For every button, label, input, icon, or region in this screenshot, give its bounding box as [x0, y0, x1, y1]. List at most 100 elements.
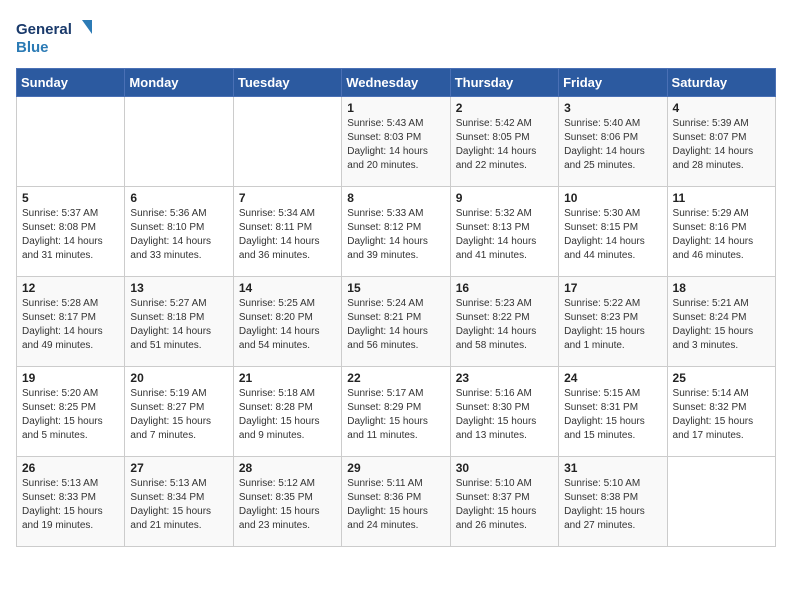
day-info: Sunrise: 5:16 AM Sunset: 8:30 PM Dayligh… [456, 387, 553, 443]
day-number: 30 [456, 461, 553, 475]
day-info: Sunrise: 5:28 AM Sunset: 8:17 PM Dayligh… [22, 297, 119, 353]
day-number: 4 [673, 101, 770, 115]
day-info: Sunrise: 5:10 AM Sunset: 8:37 PM Dayligh… [456, 477, 553, 533]
day-number: 9 [456, 191, 553, 205]
day-number: 26 [22, 461, 119, 475]
day-cell: 1 Sunrise: 5:43 AM Sunset: 8:03 PM Daylig… [342, 97, 450, 187]
day-number: 5 [22, 191, 119, 205]
day-cell: 22 Sunrise: 5:17 AM Sunset: 8:29 PM Dayli… [342, 367, 450, 457]
day-info: Sunrise: 5:22 AM Sunset: 8:23 PM Dayligh… [564, 297, 661, 353]
day-cell: 6 Sunrise: 5:36 AM Sunset: 8:10 PM Daylig… [125, 187, 233, 277]
day-info: Sunrise: 5:13 AM Sunset: 8:34 PM Dayligh… [130, 477, 227, 533]
day-cell: 28 Sunrise: 5:12 AM Sunset: 8:35 PM Dayli… [233, 457, 341, 547]
day-cell: 11 Sunrise: 5:29 AM Sunset: 8:16 PM Dayli… [667, 187, 775, 277]
day-cell: 4 Sunrise: 5:39 AM Sunset: 8:07 PM Daylig… [667, 97, 775, 187]
day-number: 8 [347, 191, 444, 205]
day-number: 10 [564, 191, 661, 205]
day-cell: 12 Sunrise: 5:28 AM Sunset: 8:17 PM Dayli… [17, 277, 125, 367]
day-info: Sunrise: 5:14 AM Sunset: 8:32 PM Dayligh… [673, 387, 770, 443]
day-number: 16 [456, 281, 553, 295]
week-row-2: 5 Sunrise: 5:37 AM Sunset: 8:08 PM Daylig… [17, 187, 776, 277]
day-info: Sunrise: 5:17 AM Sunset: 8:29 PM Dayligh… [347, 387, 444, 443]
header-monday: Monday [125, 69, 233, 97]
day-cell [17, 97, 125, 187]
day-cell: 16Sunrise: 5:23 AM Sunset: 8:22 PM Dayli… [450, 277, 558, 367]
day-number: 24 [564, 371, 661, 385]
header-wednesday: Wednesday [342, 69, 450, 97]
day-number: 29 [347, 461, 444, 475]
day-cell: 17 Sunrise: 5:22 AM Sunset: 8:23 PM Dayli… [559, 277, 667, 367]
day-info: Sunrise: 5:34 AM Sunset: 8:11 PM Dayligh… [239, 207, 336, 263]
day-cell: 25 Sunrise: 5:14 AM Sunset: 8:32 PM Dayli… [667, 367, 775, 457]
day-number: 27 [130, 461, 227, 475]
day-number: 13 [130, 281, 227, 295]
day-cell: 2Sunrise: 5:42 AM Sunset: 8:05 PM Daylig… [450, 97, 558, 187]
day-info: Sunrise: 5:25 AM Sunset: 8:20 PM Dayligh… [239, 297, 336, 353]
day-cell: 18Sunrise: 5:21 AM Sunset: 8:24 PM Dayli… [667, 277, 775, 367]
day-cell: 3 Sunrise: 5:40 AM Sunset: 8:06 PM Daylig… [559, 97, 667, 187]
logo-svg: General Blue [16, 16, 96, 60]
day-info: Sunrise: 5:36 AM Sunset: 8:10 PM Dayligh… [130, 207, 227, 263]
header-sunday: Sunday [17, 69, 125, 97]
day-cell: 9 Sunrise: 5:32 AM Sunset: 8:13 PM Daylig… [450, 187, 558, 277]
day-info: Sunrise: 5:15 AM Sunset: 8:31 PM Dayligh… [564, 387, 661, 443]
day-cell: 29 Sunrise: 5:11 AM Sunset: 8:36 PM Dayli… [342, 457, 450, 547]
day-info: Sunrise: 5:12 AM Sunset: 8:35 PM Dayligh… [239, 477, 336, 533]
day-cell: 23Sunrise: 5:16 AM Sunset: 8:30 PM Dayli… [450, 367, 558, 457]
day-info: Sunrise: 5:27 AM Sunset: 8:18 PM Dayligh… [130, 297, 227, 353]
calendar-header-row: SundayMondayTuesdayWednesdayThursdayFrid… [17, 69, 776, 97]
week-row-4: 19 Sunrise: 5:20 AM Sunset: 8:25 PM Dayli… [17, 367, 776, 457]
day-cell [125, 97, 233, 187]
day-cell [667, 457, 775, 547]
svg-text:Blue: Blue [16, 39, 49, 56]
day-info: Sunrise: 5:43 AM Sunset: 8:03 PM Dayligh… [347, 117, 444, 173]
day-info: Sunrise: 5:18 AM Sunset: 8:28 PM Dayligh… [239, 387, 336, 443]
header-friday: Friday [559, 69, 667, 97]
day-cell: 15 Sunrise: 5:24 AM Sunset: 8:21 PM Dayli… [342, 277, 450, 367]
week-row-5: 26 Sunrise: 5:13 AM Sunset: 8:33 PM Dayli… [17, 457, 776, 547]
day-number: 1 [347, 101, 444, 115]
day-number: 19 [22, 371, 119, 385]
day-number: 3 [564, 101, 661, 115]
day-info: Sunrise: 5:37 AM Sunset: 8:08 PM Dayligh… [22, 207, 119, 263]
day-info: Sunrise: 5:32 AM Sunset: 8:13 PM Dayligh… [456, 207, 553, 263]
day-number: 20 [130, 371, 227, 385]
day-cell: 7 Sunrise: 5:34 AM Sunset: 8:11 PM Daylig… [233, 187, 341, 277]
day-cell: 5 Sunrise: 5:37 AM Sunset: 8:08 PM Daylig… [17, 187, 125, 277]
day-info: Sunrise: 5:40 AM Sunset: 8:06 PM Dayligh… [564, 117, 661, 173]
day-cell: 8Sunrise: 5:33 AM Sunset: 8:12 PM Daylig… [342, 187, 450, 277]
day-cell: 10 Sunrise: 5:30 AM Sunset: 8:15 PM Dayli… [559, 187, 667, 277]
day-cell: 30 Sunrise: 5:10 AM Sunset: 8:37 PM Dayli… [450, 457, 558, 547]
day-number: 22 [347, 371, 444, 385]
day-number: 12 [22, 281, 119, 295]
day-cell [233, 97, 341, 187]
svg-text:General: General [16, 21, 72, 38]
day-number: 15 [347, 281, 444, 295]
day-info: Sunrise: 5:11 AM Sunset: 8:36 PM Dayligh… [347, 477, 444, 533]
day-cell: 31Sunrise: 5:10 AM Sunset: 8:38 PM Dayli… [559, 457, 667, 547]
page-header: General Blue [16, 16, 776, 60]
day-info: Sunrise: 5:24 AM Sunset: 8:21 PM Dayligh… [347, 297, 444, 353]
day-number: 28 [239, 461, 336, 475]
day-cell: 19 Sunrise: 5:20 AM Sunset: 8:25 PM Dayli… [17, 367, 125, 457]
day-info: Sunrise: 5:20 AM Sunset: 8:25 PM Dayligh… [22, 387, 119, 443]
day-info: Sunrise: 5:30 AM Sunset: 8:15 PM Dayligh… [564, 207, 661, 263]
day-cell: 21 Sunrise: 5:18 AM Sunset: 8:28 PM Dayli… [233, 367, 341, 457]
day-number: 6 [130, 191, 227, 205]
day-number: 7 [239, 191, 336, 205]
week-row-3: 12 Sunrise: 5:28 AM Sunset: 8:17 PM Dayli… [17, 277, 776, 367]
day-number: 21 [239, 371, 336, 385]
day-info: Sunrise: 5:39 AM Sunset: 8:07 PM Dayligh… [673, 117, 770, 173]
day-number: 11 [673, 191, 770, 205]
day-cell: 14 Sunrise: 5:25 AM Sunset: 8:20 PM Dayli… [233, 277, 341, 367]
day-info: Sunrise: 5:42 AM Sunset: 8:05 PM Dayligh… [456, 117, 553, 173]
day-info: Sunrise: 5:13 AM Sunset: 8:33 PM Dayligh… [22, 477, 119, 533]
day-cell: 26 Sunrise: 5:13 AM Sunset: 8:33 PM Dayli… [17, 457, 125, 547]
day-number: 25 [673, 371, 770, 385]
day-info: Sunrise: 5:29 AM Sunset: 8:16 PM Dayligh… [673, 207, 770, 263]
day-cell: 27 Sunrise: 5:13 AM Sunset: 8:34 PM Dayli… [125, 457, 233, 547]
logo: General Blue [16, 16, 96, 60]
day-number: 17 [564, 281, 661, 295]
day-cell: 20Sunrise: 5:19 AM Sunset: 8:27 PM Dayli… [125, 367, 233, 457]
day-number: 14 [239, 281, 336, 295]
